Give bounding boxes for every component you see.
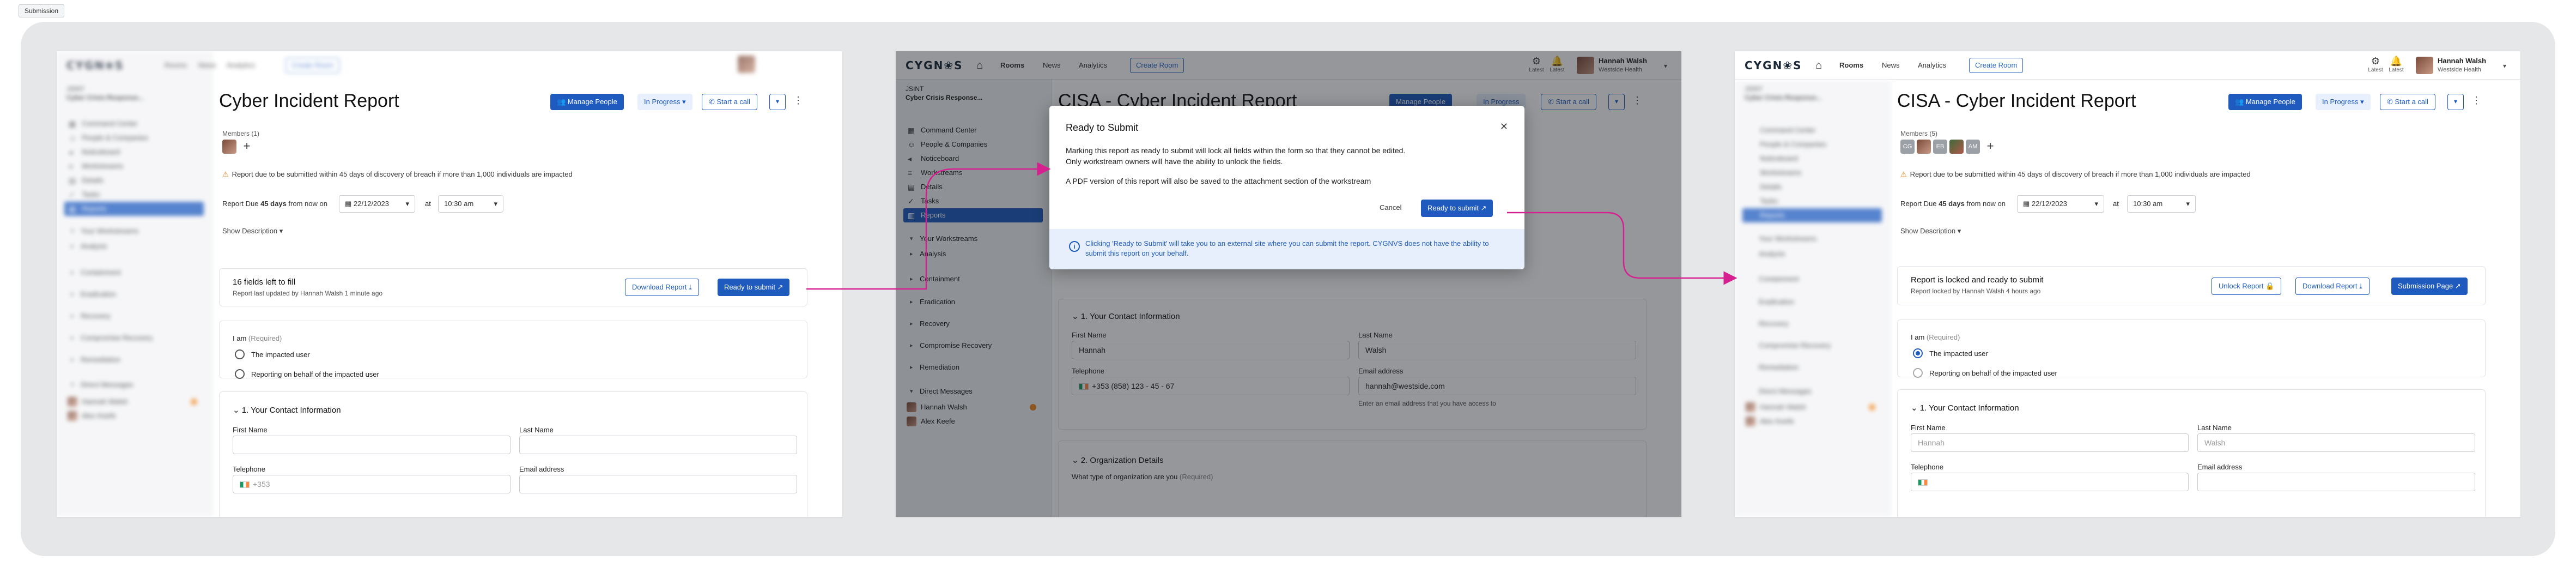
flow-arrows	[806, 162, 1737, 290]
arrow-ready-to-submit-to-modal	[806, 162, 1051, 290]
arrow-modal-to-locked-report	[1507, 212, 1737, 285]
